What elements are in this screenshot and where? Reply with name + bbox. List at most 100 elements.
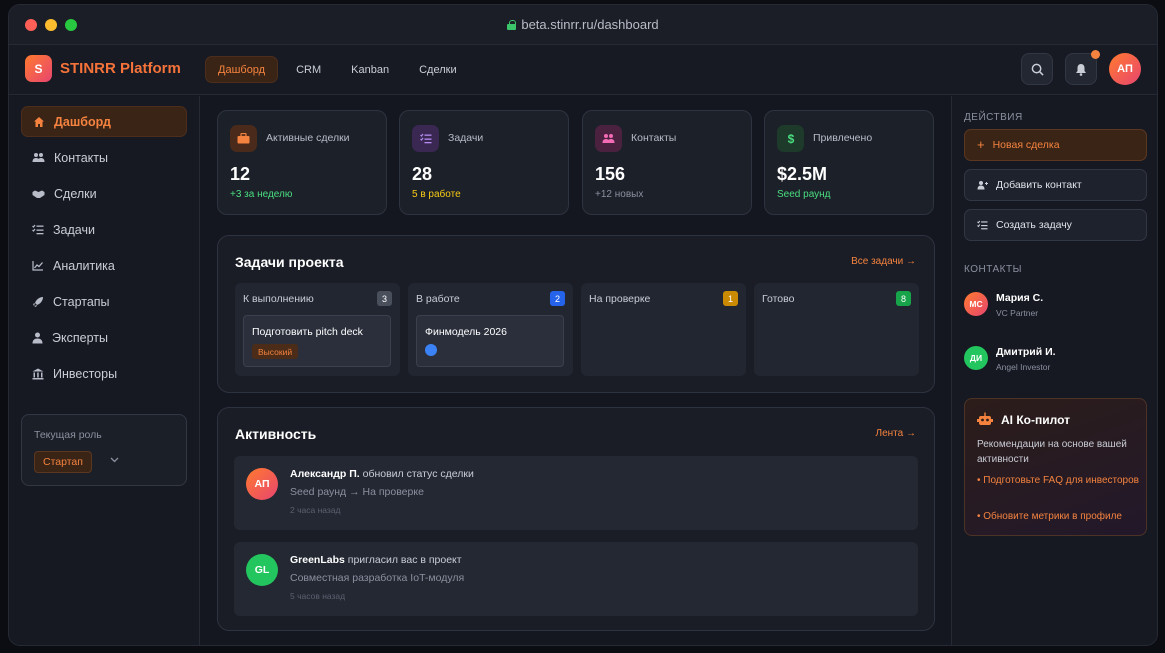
kanban-column-title: На проверке bbox=[589, 293, 651, 305]
tab-deals[interactable]: Сделки bbox=[407, 56, 469, 83]
notification-badge bbox=[1091, 50, 1100, 59]
ai-recommendation[interactable]: • Подготовьте FAQ для инвесторов bbox=[977, 473, 1142, 488]
ai-description: Рекомендации на основе вашей активности bbox=[977, 439, 1127, 465]
address-bar[interactable]: beta.stinrr.ru/dashboard bbox=[9, 17, 1157, 32]
stat-label: Привлечено bbox=[813, 132, 873, 144]
sidebar-item-label: Эксперты bbox=[52, 330, 108, 345]
avatar: GL bbox=[246, 554, 278, 586]
task-card[interactable]: Подготовить pitch deck Высокий bbox=[243, 315, 391, 367]
stat-label: Активные сделки bbox=[266, 132, 350, 144]
contact-name: Дмитрий И. bbox=[996, 346, 1056, 358]
kanban-column-review: На проверке 1 bbox=[581, 283, 746, 376]
new-deal-button[interactable]: + Новая сделка bbox=[964, 129, 1147, 161]
url-text: beta.stinrr.ru/dashboard bbox=[521, 17, 659, 32]
task-card[interactable]: Финмодель 2026 bbox=[416, 315, 564, 367]
sidebar-item-startups[interactable]: Стартапы bbox=[21, 286, 187, 317]
sidebar-item-label: Дашборд bbox=[54, 114, 111, 129]
stat-card-contacts[interactable]: Контакты 156 +12 новых bbox=[582, 110, 752, 215]
kanban-column-in-progress: В работе 2 Финмодель 2026 bbox=[408, 283, 573, 376]
activity-item[interactable]: GL GreenLabs пригласил вас в проект Совм… bbox=[234, 542, 918, 616]
activity-text: Александр П. обновил статус сделки bbox=[290, 468, 474, 480]
ai-copilot-card: AI Ко-пилот Рекомендации на основе вашей… bbox=[964, 398, 1147, 536]
sidebar-item-analytics[interactable]: Аналитика bbox=[21, 250, 187, 281]
bell-icon bbox=[1076, 63, 1086, 76]
sidebar-item-label: Сделки bbox=[54, 186, 97, 201]
kanban-column-title: К выполнению bbox=[243, 293, 314, 305]
sidebar-item-contacts[interactable]: Контакты bbox=[21, 142, 187, 173]
project-tasks-panel: Задачи проекта Все задачи → К выполнению… bbox=[217, 235, 935, 393]
sidebar-item-deals[interactable]: Сделки bbox=[21, 178, 187, 209]
task-card-title: Подготовить pitch deck bbox=[252, 326, 363, 338]
kanban-column-title: Готово bbox=[762, 293, 795, 305]
right-sidebar: ДЕЙСТВИЯ + Новая сделка Добавить контакт… bbox=[951, 96, 1157, 645]
avatar: ДИ bbox=[964, 346, 988, 370]
search-button[interactable] bbox=[1021, 53, 1053, 85]
stat-card-active-deals[interactable]: Активные сделки 12 +3 за неделю bbox=[217, 110, 387, 215]
activity-time: 5 часов назад bbox=[290, 591, 346, 601]
user-avatar[interactable]: АП bbox=[1109, 53, 1141, 85]
stat-label: Контакты bbox=[631, 132, 677, 144]
brand[interactable]: S STINRR Platform bbox=[25, 55, 181, 82]
stat-card-tasks[interactable]: Задачи 28 5 в работе bbox=[399, 110, 569, 215]
svg-text:$: $ bbox=[787, 132, 794, 145]
sidebar-item-label: Инвесторы bbox=[53, 366, 118, 381]
avatar: МС bbox=[964, 292, 988, 316]
users-icon bbox=[602, 134, 615, 143]
sidebar-item-investors[interactable]: Инвесторы bbox=[21, 358, 187, 389]
sidebar-item-label: Аналитика bbox=[53, 258, 115, 273]
create-task-button[interactable]: Создать задачу bbox=[964, 209, 1147, 241]
add-contact-button[interactable]: Добавить контакт bbox=[964, 169, 1147, 201]
feed-link[interactable]: Лента → bbox=[876, 428, 916, 439]
robot-icon bbox=[977, 412, 993, 425]
brand-logo: S bbox=[25, 55, 52, 82]
checklist-icon bbox=[977, 220, 988, 230]
kanban-column-count: 2 bbox=[550, 291, 565, 306]
button-label: Создать задачу bbox=[996, 219, 1072, 231]
nav-actions: АП bbox=[1021, 50, 1141, 85]
plus-icon: + bbox=[977, 137, 985, 152]
sidebar-item-experts[interactable]: Эксперты bbox=[21, 322, 187, 353]
kanban-column-done: Готово 8 bbox=[754, 283, 919, 376]
browser-titlebar: beta.stinrr.ru/dashboard bbox=[9, 5, 1157, 45]
checklist-icon bbox=[419, 133, 431, 144]
top-navigation: S STINRR Platform Дашборд CRM Kanban Сде… bbox=[9, 45, 1157, 95]
all-tasks-link[interactable]: Все задачи → bbox=[851, 256, 916, 267]
stat-card-raised[interactable]: $ Привлечено $2.5M Seed раунд bbox=[764, 110, 934, 215]
assignee-dot bbox=[425, 344, 437, 356]
nav-tabs: Дашборд CRM Kanban Сделки bbox=[205, 56, 469, 83]
sidebar-item-dashboard[interactable]: Дашборд bbox=[21, 106, 187, 137]
lock-icon bbox=[507, 20, 517, 30]
sidebar: Дашборд Контакты Сделки Задачи Аналитика… bbox=[9, 96, 200, 645]
kanban-column-count: 1 bbox=[723, 291, 738, 306]
activity-text: GreenLabs пригласил вас в проект bbox=[290, 554, 462, 566]
search-icon bbox=[1031, 63, 1044, 76]
home-icon bbox=[34, 116, 44, 127]
activity-detail: Совместная разработка IoT-модуля bbox=[290, 572, 465, 584]
sidebar-item-tasks[interactable]: Задачи bbox=[21, 214, 187, 245]
tab-dashboard[interactable]: Дашборд bbox=[205, 56, 279, 83]
user-icon bbox=[32, 332, 43, 343]
current-role-card: Текущая роль Стартап bbox=[21, 414, 187, 486]
sidebar-item-label: Стартапы bbox=[53, 294, 110, 309]
kanban-column-todo: К выполнению 3 Подготовить pitch deck Вы… bbox=[235, 283, 400, 376]
tab-kanban[interactable]: Kanban bbox=[339, 56, 401, 83]
tab-crm[interactable]: CRM bbox=[284, 56, 333, 83]
notifications-button[interactable] bbox=[1065, 50, 1100, 85]
task-card-title: Финмодель 2026 bbox=[425, 326, 507, 338]
kanban-column-count: 3 bbox=[377, 291, 392, 306]
chevron-down-icon[interactable] bbox=[110, 457, 119, 463]
activity-item[interactable]: АП Александр П. обновил статус сделки Se… bbox=[234, 456, 918, 530]
activity-actor: Александр П. bbox=[290, 468, 360, 480]
stat-value: 12 bbox=[230, 164, 251, 184]
stat-value: 156 bbox=[595, 164, 626, 184]
rocket-icon bbox=[33, 296, 43, 307]
contact-role: VC Partner bbox=[996, 308, 1039, 318]
activity-time: 2 часа назад bbox=[290, 505, 341, 515]
contact-item[interactable]: МС Мария С. VC Partner bbox=[964, 292, 1147, 322]
ai-recommendation[interactable]: • Обновите метрики в профиле bbox=[977, 509, 1142, 524]
ai-title: AI Ко-пилот bbox=[1001, 413, 1070, 427]
stat-subtext: +3 за неделю bbox=[230, 189, 293, 200]
contact-item[interactable]: ДИ Дмитрий И. Angel Investor bbox=[964, 346, 1147, 376]
role-select[interactable]: Стартап bbox=[34, 451, 92, 473]
stat-value: 28 bbox=[412, 164, 433, 184]
